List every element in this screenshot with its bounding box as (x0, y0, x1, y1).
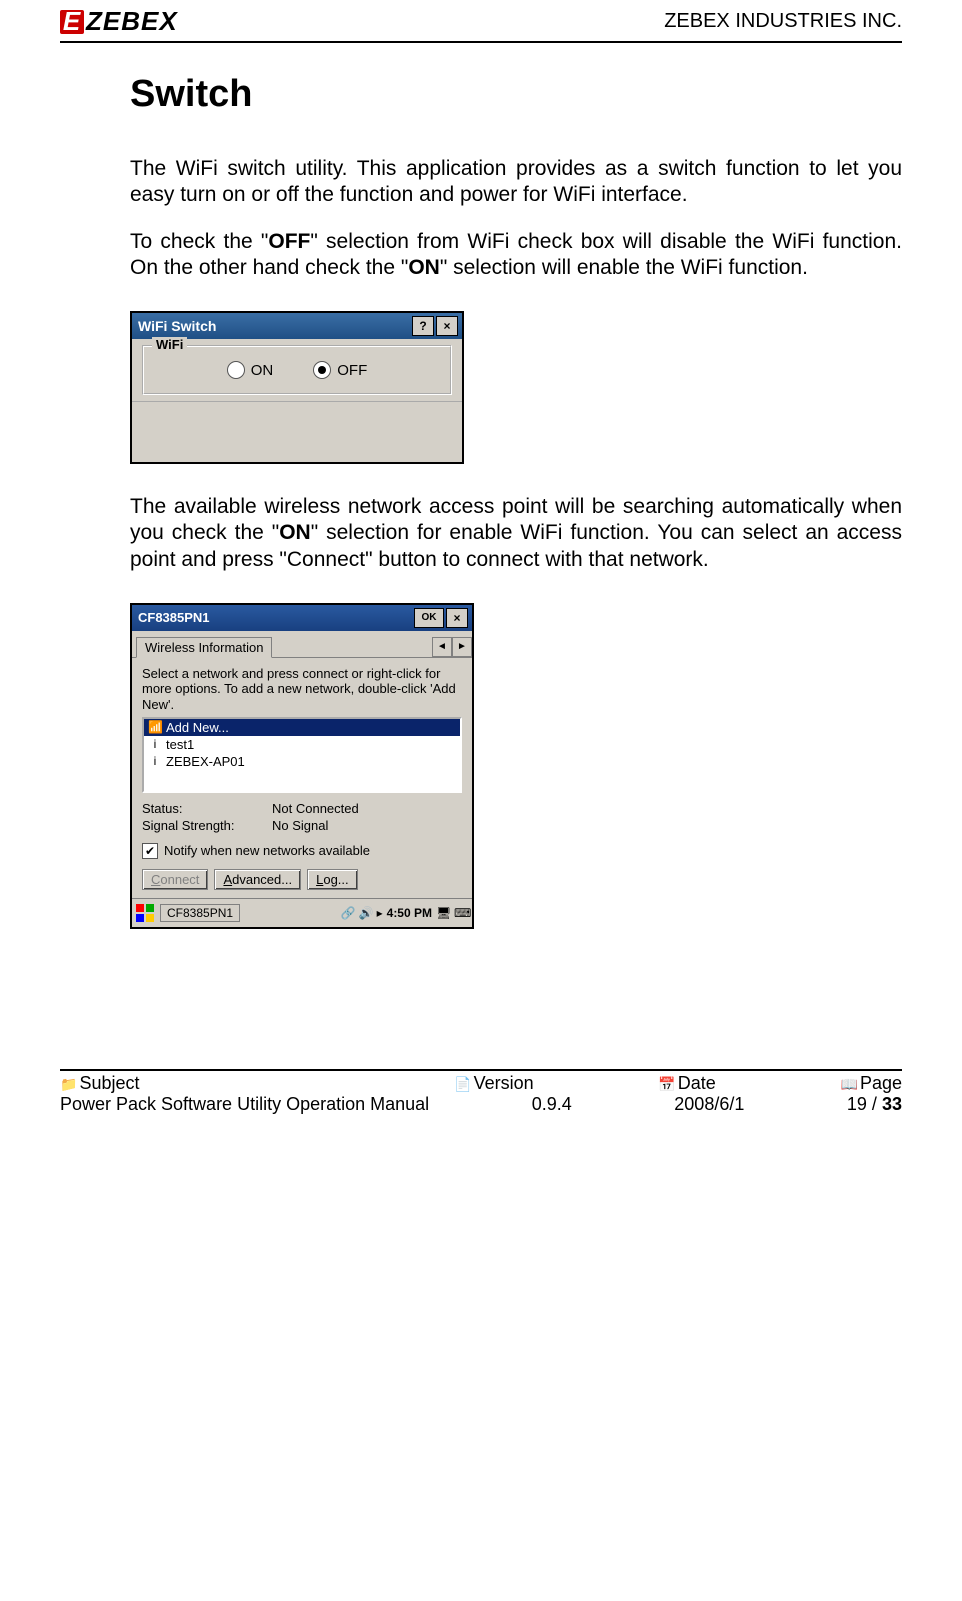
radio-off-circle-icon (313, 361, 331, 379)
para-3: The available wireless network access po… (130, 494, 902, 573)
folder-icon: 📁 (60, 1076, 77, 1092)
groupbox-label: WiFi (152, 337, 187, 352)
status-row: Status: Not Connected (142, 801, 462, 816)
radio-off[interactable]: OFF (313, 361, 367, 379)
network-tray-icon[interactable]: 🔗 (341, 906, 355, 920)
list-item[interactable]: i ZEBEX-AP01 (144, 753, 460, 770)
signal-label: Signal Strength: (142, 818, 272, 833)
footer-subject: Power Pack Software Utility Operation Ma… (60, 1094, 429, 1115)
notify-label: Notify when new networks available (164, 843, 370, 858)
network-list[interactable]: 📶 Add New... i test1 i ZEBEX-AP01 (142, 717, 462, 793)
volume-tray-icon[interactable]: 🔊 (359, 906, 373, 920)
wireless-title: CF8385PN1 (138, 610, 210, 625)
signal-row: Signal Strength: No Signal (142, 818, 462, 833)
logo: E ZEBEX (60, 6, 178, 37)
footer-values: Power Pack Software Utility Operation Ma… (60, 1094, 902, 1115)
signal-icon: i (148, 737, 162, 751)
para-2-e: " selection will enable the WiFi functio… (440, 256, 808, 279)
ok-button[interactable]: OK (414, 608, 444, 628)
para-3-on: ON (279, 521, 311, 544)
footer-page: 19 / 33 (847, 1094, 902, 1115)
close-button[interactable]: × (436, 316, 458, 336)
signal-icon: i (148, 754, 162, 768)
para-1: The WiFi switch utility. This applicatio… (130, 156, 902, 209)
instructions-text: Select a network and press connect or ri… (142, 666, 462, 713)
page-title: Switch (130, 73, 902, 116)
footer-page-tot: 33 (882, 1094, 902, 1114)
footer-date: 2008/6/1 (674, 1094, 744, 1115)
list-item-label: test1 (166, 737, 194, 752)
footer-version: 0.9.4 (532, 1094, 572, 1115)
footer-subject-label: Subject (79, 1073, 139, 1093)
dialog-title: WiFi Switch (138, 318, 216, 334)
footer-date-label: Date (678, 1073, 716, 1093)
radio-dot-icon (318, 366, 326, 374)
log-button[interactable]: Log...Log... (307, 869, 358, 890)
radio-off-label: OFF (337, 362, 367, 379)
radio-on-circle-icon (227, 361, 245, 379)
dialog-titlebar: WiFi Switch ? × (132, 313, 462, 339)
calendar-icon: 📅 (658, 1076, 675, 1092)
desktop-tray-icon[interactable]: 🖥 (436, 906, 450, 920)
connect-button[interactable]: CConnectonnect (142, 869, 208, 890)
company-name: ZEBEX INDUSTRIES INC. (664, 10, 902, 33)
clock: 4:50 PM (387, 906, 432, 920)
tab-right-arrow-icon[interactable]: ► (452, 637, 472, 657)
doc-icon: 📄 (454, 1076, 471, 1092)
wireless-close-button[interactable]: × (446, 608, 468, 628)
doc-header: E ZEBEX ZEBEX INDUSTRIES INC. (60, 0, 902, 37)
footer-page-label: Page (860, 1073, 902, 1093)
notify-checkbox[interactable]: ✔ (142, 843, 158, 859)
footer-page-sep: / (867, 1094, 882, 1114)
notify-row[interactable]: ✔ Notify when new networks available (142, 843, 462, 859)
radio-on-label: ON (251, 362, 274, 379)
wifi-groupbox: WiFi ON OFF (142, 345, 452, 395)
taskbar: CF8385PN1 🔗 🔊 ▸ 4:50 PM 🖥 ⌨ (132, 898, 472, 927)
tab-left-arrow-icon[interactable]: ◄ (432, 637, 452, 657)
para-2-a: To check the " (130, 230, 268, 253)
signal-value: No Signal (272, 818, 328, 833)
button-row: CConnectonnect Advanced...Advanced... Lo… (142, 869, 462, 890)
para-2: To check the "OFF" selection from WiFi c… (130, 229, 902, 282)
footer-version-label: Version (474, 1073, 534, 1093)
tab-wireless-info[interactable]: Wireless Information (136, 637, 272, 658)
list-item-add-new[interactable]: 📶 Add New... (144, 719, 460, 736)
radio-on[interactable]: ON (227, 361, 274, 379)
start-flag-icon[interactable] (136, 904, 154, 922)
list-item-label: Add New... (166, 720, 229, 735)
wifi-switch-dialog: WiFi Switch ? × WiFi ON OFF (130, 311, 464, 464)
list-item-label: ZEBEX-AP01 (166, 754, 245, 769)
advanced-button[interactable]: Advanced...Advanced... (214, 869, 301, 890)
status-label: Status: (142, 801, 272, 816)
para-2-on: ON (408, 256, 440, 279)
book-icon: 📖 (841, 1076, 858, 1092)
status-value: Not Connected (272, 801, 359, 816)
header-rule (60, 41, 902, 43)
doc-footer: 📁Subject 📄Version 📅Date 📖Page Power Pack… (60, 1069, 902, 1115)
system-tray: 🔗 🔊 ▸ 4:50 PM 🖥 ⌨ (341, 906, 468, 920)
taskbar-app-button[interactable]: CF8385PN1 (160, 904, 240, 922)
tab-strip: Wireless Information ◄ ► (132, 631, 472, 658)
logo-mark-icon: E (60, 10, 84, 34)
antenna-icon: 📶 (148, 720, 162, 734)
logo-text: ZEBEX (86, 6, 178, 37)
footer-labels: 📁Subject 📄Version 📅Date 📖Page (60, 1073, 902, 1094)
wireless-titlebar: CF8385PN1 OK × (132, 605, 472, 631)
wireless-info-dialog: CF8385PN1 OK × Wireless Information ◄ ► … (130, 603, 474, 929)
para-2-off: OFF (268, 230, 310, 253)
tab-scroll: ◄ ► (432, 637, 472, 657)
keyboard-tray-icon[interactable]: ⌨ (454, 906, 468, 920)
footer-page-cur: 19 (847, 1094, 867, 1114)
dialog-bottom-area (132, 401, 462, 462)
footer-rule (60, 1069, 902, 1071)
help-button[interactable]: ? (412, 316, 434, 336)
list-item[interactable]: i test1 (144, 736, 460, 753)
